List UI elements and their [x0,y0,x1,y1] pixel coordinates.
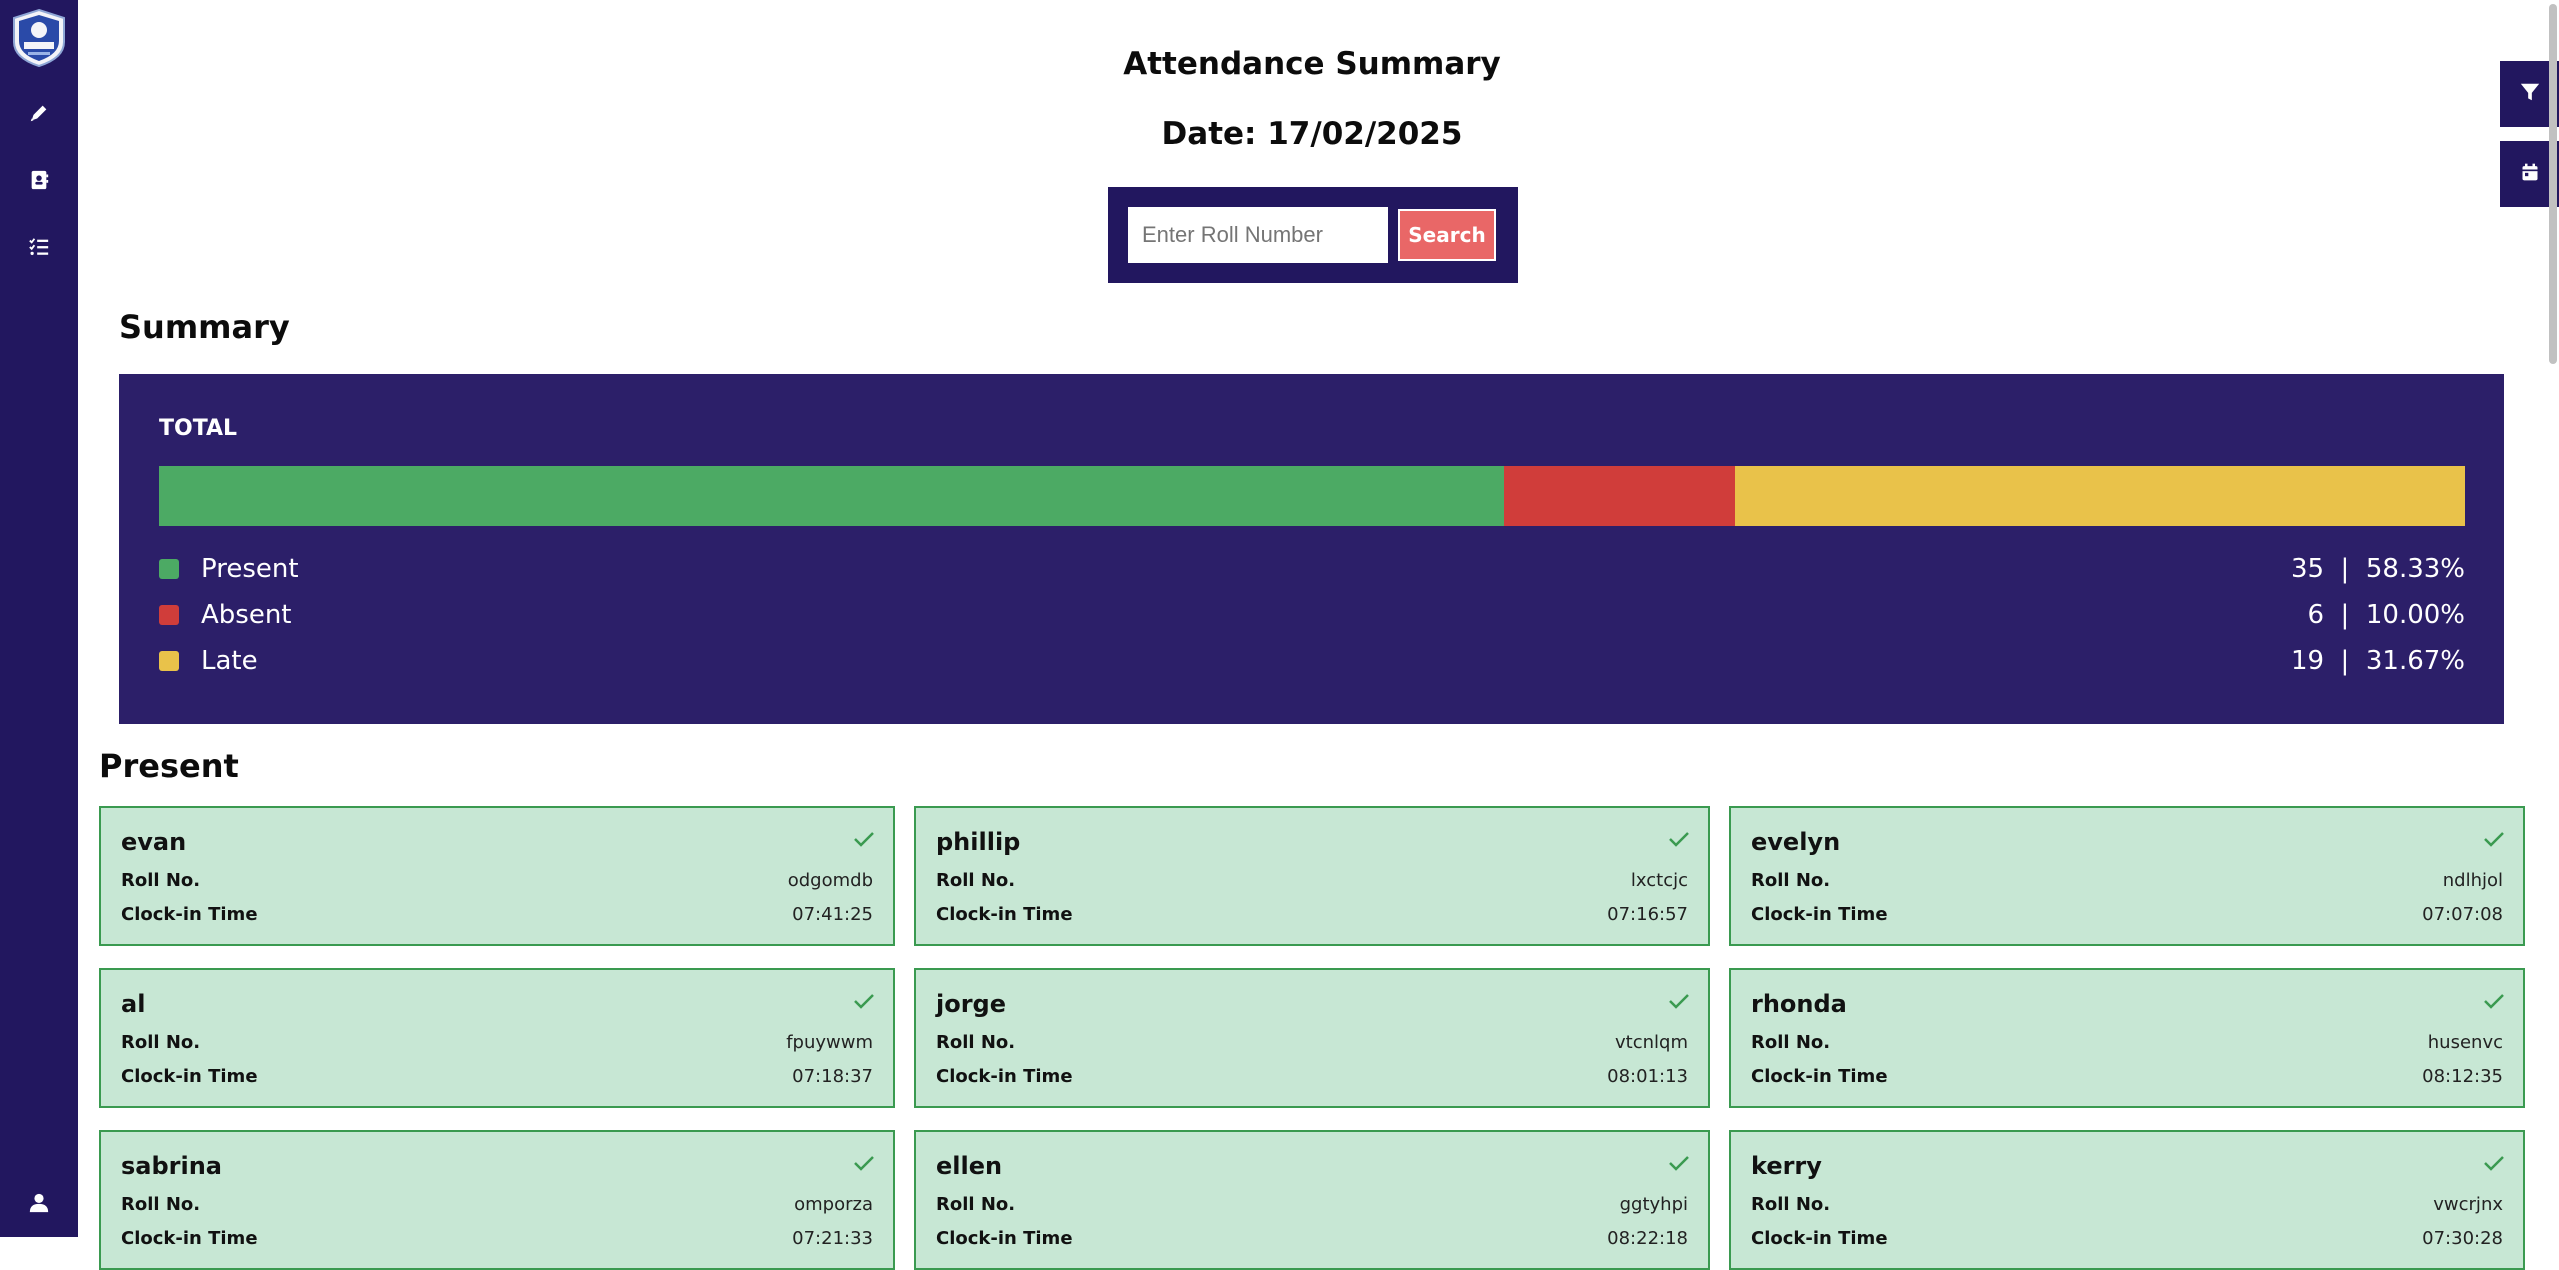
legend-row-present: Present 35 | 58.33% [159,552,2465,586]
roll-label: Roll No. [936,870,1016,891]
present-student-list: evan Roll No. odgomdb Clock-in Time 07:41:… [99,806,2525,1270]
clock-in-label: Clock-in Time [121,1066,258,1087]
check-icon [1668,1154,1690,1176]
roll-value: vwcrjnx [2433,1194,2503,1215]
clock-in-value: 07:21:33 [792,1228,873,1249]
attendance-bar [159,466,2465,526]
legend-value: 35 | 58.33% [2290,554,2465,584]
roll-label: Roll No. [121,870,201,891]
student-name: evan [121,828,187,856]
roll-label: Roll No. [1751,870,1831,891]
checklist-icon[interactable] [24,232,54,262]
clock-in-value: 08:01:13 [1607,1066,1688,1087]
student-card[interactable]: ellen Roll No. ggtyhpi Clock-in Time 08:22… [914,1130,1710,1270]
roll-value: odgomdb [787,870,873,891]
present-heading: Present [99,747,239,785]
clock-in-label: Clock-in Time [121,1228,258,1249]
student-card[interactable]: al Roll No. fpuywwm Clock-in Time 07:18:37 [99,968,895,1108]
legend-label: Absent [201,600,292,630]
page-date: Date: 17/02/2025 [1161,116,1463,152]
clock-in-label: Clock-in Time [121,904,258,925]
student-card[interactable]: jorge Roll No. vtcnlqm Clock-in Time 08:01… [914,968,1710,1108]
clock-in-label: Clock-in Time [936,1066,1073,1087]
clock-in-value: 07:41:25 [792,904,873,925]
check-icon [2483,1154,2505,1176]
summary-heading: Summary [119,308,290,346]
roll-value: lxctcjc [1630,870,1688,891]
clock-in-value: 07:30:28 [2422,1228,2503,1249]
roll-value: fpuywwm [786,1032,873,1053]
roll-number-input[interactable] [1128,207,1388,263]
summary-panel: TOTAL Present 35 | 58.33% Absent 6 | 10.… [119,374,2504,724]
check-icon [1668,992,1690,1014]
bar-segment-late [1734,466,2465,526]
student-name: sabrina [121,1152,223,1180]
student-name: al [121,990,146,1018]
student-card[interactable]: phillip Roll No. lxctcjc Clock-in Time 07:… [914,806,1710,946]
calendar-icon [2520,162,2540,186]
legend-label: Present [201,554,299,584]
sidebar [0,0,78,1237]
student-card[interactable]: evan Roll No. odgomdb Clock-in Time 07:41:… [99,806,895,946]
bar-segment-present [159,466,1505,526]
roll-value: omporza [794,1194,873,1215]
student-card[interactable]: kerry Roll No. vwcrjnx Clock-in Time 07:30… [1729,1130,2525,1270]
legend-row-late: Late 19 | 31.67% [159,644,2465,678]
student-name: jorge [936,990,1007,1018]
roll-label: Roll No. [936,1194,1016,1215]
legend-value: 19 | 31.67% [2290,646,2465,676]
roll-value: ggtyhpi [1619,1194,1688,1215]
check-icon [853,830,875,852]
student-card[interactable]: evelyn Roll No. ndlhjol Clock-in Time 07:0… [1729,806,2525,946]
page-title: Attendance Summary [1123,46,1501,82]
roll-value: vtcnlqm [1615,1032,1688,1053]
clock-in-label: Clock-in Time [1751,1066,1888,1087]
clock-in-value: 07:18:37 [792,1066,873,1087]
roll-label: Roll No. [121,1194,201,1215]
clock-in-value: 08:12:35 [2422,1066,2503,1087]
legend-swatch-late [159,651,179,671]
clock-in-label: Clock-in Time [936,1228,1073,1249]
search-bar: Search [1108,187,1518,283]
roll-value: ndlhjol [2442,870,2503,891]
roll-label: Roll No. [1751,1032,1831,1053]
search-button[interactable]: Search [1398,209,1496,261]
check-icon [2483,992,2505,1014]
check-icon [853,1154,875,1176]
student-name: ellen [936,1152,1003,1180]
clock-in-label: Clock-in Time [1751,904,1888,925]
legend-swatch-present [159,559,179,579]
check-icon [1668,830,1690,852]
check-icon [853,992,875,1014]
student-name: kerry [1751,1152,1822,1180]
roll-label: Roll No. [121,1032,201,1053]
roll-label: Roll No. [936,1032,1016,1053]
clock-in-value: 07:07:08 [2422,904,2503,925]
clock-in-value: 08:22:18 [1607,1228,1688,1249]
contact-book-icon[interactable] [24,165,54,195]
pen-icon[interactable] [24,98,54,128]
check-icon [2483,830,2505,852]
user-icon[interactable] [24,1188,54,1218]
clock-in-label: Clock-in Time [936,904,1073,925]
legend-label: Late [201,646,258,676]
clock-in-label: Clock-in Time [1751,1228,1888,1249]
filter-icon [2519,81,2541,107]
student-name: evelyn [1751,828,1841,856]
student-name: rhonda [1751,990,1847,1018]
scrollbar-thumb[interactable] [2549,4,2557,364]
school-logo[interactable] [10,8,68,68]
roll-value: husenvc [2427,1032,2503,1053]
total-label: TOTAL [159,416,238,441]
roll-label: Roll No. [1751,1194,1831,1215]
student-card[interactable]: rhonda Roll No. husenvc Clock-in Time 08:1… [1729,968,2525,1108]
student-name: phillip [936,828,1021,856]
legend-swatch-absent [159,605,179,625]
bar-segment-absent [1504,466,1735,526]
clock-in-value: 07:16:57 [1607,904,1688,925]
main-content: Attendance Summary Date: 17/02/2025 Sear… [78,0,2538,1270]
legend-value: 6 | 10.00% [2307,600,2465,630]
student-card[interactable]: sabrina Roll No. omporza Clock-in Time 07:… [99,1130,895,1270]
legend-row-absent: Absent 6 | 10.00% [159,598,2465,632]
